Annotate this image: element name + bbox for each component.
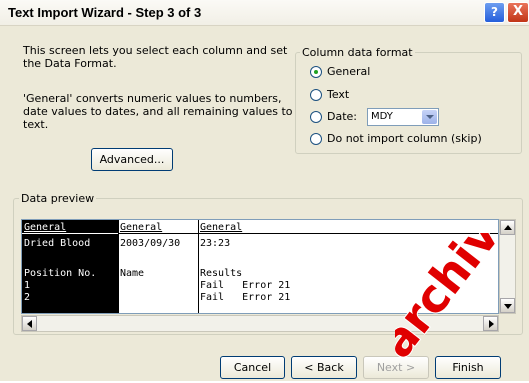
title-bar: Text Import Wizard - Step 3 of 3 ? X (0, 0, 529, 26)
table-cell: 2 (24, 292, 31, 303)
finish-button[interactable]: Finish (435, 356, 501, 379)
radio-general-indicator[interactable] (310, 66, 322, 78)
preview-column-1[interactable]: General Dried Blood Position No. 1 2 (22, 220, 118, 313)
chevron-down-icon[interactable] (422, 110, 437, 124)
date-format-value: MDY (371, 111, 393, 122)
column-header[interactable]: General (22, 222, 67, 233)
radio-text-label: Text (327, 88, 350, 101)
preview-column-3[interactable]: General 23:23 Results Fail Error 21 Fail… (198, 220, 498, 313)
advanced-button-label: Advanced... (99, 153, 165, 166)
table-cell: Results (200, 268, 243, 279)
table-cell: Position No. (24, 268, 97, 279)
window-title: Text Import Wizard - Step 3 of 3 (8, 5, 202, 20)
radio-general-label: General (327, 65, 371, 78)
scroll-up-icon[interactable] (500, 220, 515, 235)
help-icon: ? (491, 5, 498, 19)
column-header[interactable]: General (118, 222, 162, 233)
table-cell: 1 (24, 280, 31, 291)
help-button[interactable]: ? (484, 2, 505, 23)
next-button: Next > (363, 356, 429, 379)
cancel-button-label: Cancel (233, 361, 272, 374)
instruction-text: This screen lets you select each column … (23, 44, 288, 70)
table-cell: 23:23 (200, 238, 231, 249)
table-cell: Name (120, 268, 145, 279)
radio-date-label: Date: (327, 110, 357, 123)
column-header[interactable]: General (198, 222, 242, 233)
table-cell: Fail Error 21 (200, 280, 291, 291)
text-import-wizard-dialog: Text Import Wizard - Step 3 of 3 ? X Thi… (0, 0, 529, 381)
data-preview-legend: Data preview (19, 192, 97, 205)
date-format-select[interactable]: MDY (367, 108, 439, 126)
close-button[interactable]: X (507, 2, 529, 23)
general-format-description: 'General' converts numeric values to num… (23, 92, 293, 131)
vertical-scrollbar[interactable] (499, 219, 516, 314)
scroll-right-icon[interactable] (483, 316, 498, 331)
table-cell: Dried Blood (24, 238, 91, 249)
radio-text-indicator[interactable] (310, 89, 322, 101)
radio-skip-label: Do not import column (skip) (327, 132, 482, 145)
horizontal-scrollbar[interactable] (21, 315, 499, 332)
scroll-left-icon[interactable] (22, 316, 37, 331)
scroll-down-icon[interactable] (500, 298, 515, 313)
header-divider (118, 233, 198, 234)
radio-date-indicator[interactable] (310, 111, 322, 123)
table-cell: 2003/09/30 (120, 238, 181, 249)
header-divider (198, 233, 498, 234)
radio-skip-indicator[interactable] (310, 133, 322, 145)
data-preview-grid[interactable]: General Dried Blood Position No. 1 2 Gen… (21, 219, 499, 314)
preview-column-2[interactable]: General 2003/09/30 Name (118, 220, 198, 313)
finish-button-label: Finish (452, 361, 484, 374)
next-button-label: Next > (376, 361, 416, 374)
close-icon: X (512, 4, 524, 19)
back-button-label: < Back (304, 361, 344, 374)
cancel-button[interactable]: Cancel (220, 356, 285, 379)
column-data-format-legend: Column data format (300, 46, 415, 59)
advanced-button[interactable]: Advanced... (91, 148, 173, 171)
back-button[interactable]: < Back (291, 356, 357, 379)
header-divider (22, 233, 118, 234)
table-cell: Fail Error 21 (200, 292, 291, 303)
